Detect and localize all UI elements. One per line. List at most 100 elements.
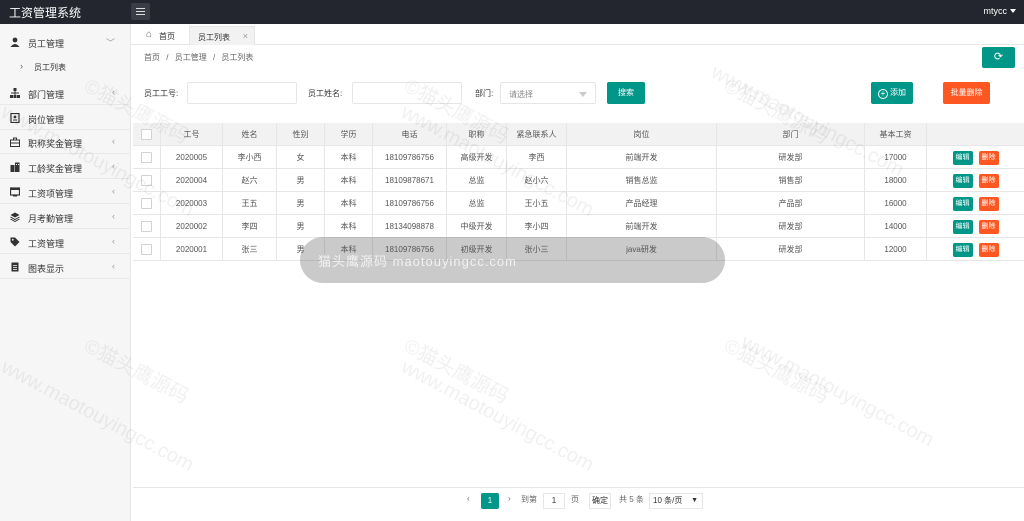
total-count: 共 5 条	[619, 495, 644, 504]
chevron-left-icon: ‹	[112, 261, 115, 271]
sidebar-item-seniority-bonus[interactable]: 工龄奖金管理 ‹	[0, 155, 131, 179]
table-cell: 2020003	[161, 192, 223, 215]
sidebar-item-position[interactable]: 岗位管理	[0, 106, 131, 130]
plus-circle-icon: +	[878, 89, 888, 99]
next-page-icon[interactable]: ›	[508, 494, 511, 503]
edit-button[interactable]: 编辑	[952, 242, 973, 257]
batch-delete-button[interactable]: 批量删除	[943, 82, 990, 104]
sidebar-item-label: 岗位管理	[28, 115, 65, 125]
edit-button[interactable]: 编辑	[952, 219, 973, 234]
employee-name-input[interactable]	[352, 82, 462, 104]
sidebar-item-attendance[interactable]: 月考勤管理 ‹	[0, 205, 131, 229]
column-header[interactable]: 部门	[717, 123, 865, 146]
table-row: 2020004 赵六男本科 18109878671 总监 赵小六 销售总监 销售部 18000…	[133, 169, 1024, 192]
table-row: 2020005 李小西女本科 18109786756 高级开发 李西 前端开发 研发部 170…	[133, 146, 1024, 169]
sidebar-item-label: 月考勤管理	[28, 214, 74, 224]
delete-button[interactable]: 删除	[978, 173, 999, 188]
user-menu[interactable]: mtycc	[984, 6, 1008, 16]
sidebar-subitem-employee-list[interactable]: › 员工列表	[0, 58, 131, 76]
search-button[interactable]: 搜索	[607, 82, 645, 104]
building-icon	[10, 162, 20, 172]
tab-employee-list[interactable]: 员工列表 ×	[189, 26, 255, 45]
tab-home[interactable]: ⌂ 首页	[141, 26, 191, 45]
column-header[interactable]: 工号	[161, 123, 223, 146]
column-header[interactable]: 学历	[325, 123, 373, 146]
table-cell: 本科	[325, 192, 373, 215]
chevron-right-icon: ›	[20, 61, 23, 71]
row-checkbox[interactable]	[141, 221, 152, 232]
employee-id-input[interactable]	[187, 82, 297, 104]
breadcrumb-separator: /	[212, 53, 216, 62]
menu-toggle-icon[interactable]	[131, 3, 150, 20]
sidebar-item-label: 工资项管理	[28, 189, 74, 199]
column-header[interactable]: 基本工资	[865, 123, 927, 146]
delete-button[interactable]: 删除	[978, 242, 999, 257]
prev-page-icon[interactable]: ‹	[467, 494, 470, 503]
edit-button[interactable]: 编辑	[952, 173, 973, 188]
delete-button[interactable]: 删除	[978, 219, 999, 234]
column-header[interactable]: 性别	[277, 123, 325, 146]
watermark-en: www.maotouyingcc.com	[397, 355, 598, 477]
table-cell: 男	[277, 169, 325, 192]
close-icon[interactable]: ×	[243, 31, 248, 41]
column-header[interactable]: 紧急联系人	[507, 123, 567, 146]
row-checkbox[interactable]	[141, 198, 152, 209]
edit-button[interactable]: 编辑	[952, 196, 973, 211]
sidebar-item-salary-items[interactable]: 工资项管理 ‹	[0, 180, 131, 204]
column-header[interactable]: 职称	[447, 123, 507, 146]
sidebar-item-charts[interactable]: 图表显示 ‹	[0, 255, 131, 279]
row-select-cell	[133, 146, 161, 169]
table-cell: 16000	[865, 192, 927, 215]
watermark-en: www.maotouyingcc.com	[737, 330, 938, 452]
table-cell: 18134098878	[373, 215, 447, 238]
sidebar-item-employee[interactable]: 员工管理 ﹀	[0, 30, 131, 58]
overlay-banner: 猫头鹰源码 maotouyingcc.com	[300, 237, 725, 283]
add-button[interactable]: + 添加	[871, 82, 913, 104]
department-select[interactable]: 请选择	[500, 82, 596, 104]
page-jump-confirm-button[interactable]: 确定	[589, 493, 611, 509]
page-jump-input[interactable]: 1	[543, 493, 565, 509]
breadcrumb-home[interactable]: 首页	[144, 53, 160, 62]
edit-button[interactable]: 编辑	[952, 150, 973, 165]
table-cell: 本科	[325, 215, 373, 238]
row-checkbox[interactable]	[141, 152, 152, 163]
tab-label: 员工列表	[198, 33, 230, 42]
breadcrumb-employee-mgmt[interactable]: 员工管理	[175, 53, 207, 62]
column-header[interactable]: 电话	[373, 123, 447, 146]
column-header[interactable]: 岗位	[567, 123, 717, 146]
table-cell: 李西	[507, 146, 567, 169]
chevron-left-icon: ‹	[112, 236, 115, 246]
breadcrumb: 首页 / 员工管理 / 员工列表	[144, 52, 257, 63]
table-cell: 女	[277, 146, 325, 169]
sidebar: 员工管理 ﹀ › 员工列表 部门管理 ‹ 岗位管理 职称奖金管理 ‹ 工龄奖金管…	[0, 24, 131, 521]
column-header[interactable]: 姓名	[223, 123, 277, 146]
page-size-select[interactable]: 10 条/页 ▼	[649, 493, 703, 509]
caret-down-icon	[579, 92, 587, 97]
chevron-down-icon: ﹀	[105, 38, 115, 48]
table-cell: 12000	[865, 238, 927, 261]
table-cell: 产品经理	[567, 192, 717, 215]
pagination: ‹ 1 › 到第 1 页 确定 共 5 条 10 条/页 ▼	[133, 487, 1024, 513]
sidebar-item-title-bonus[interactable]: 职称奖金管理 ‹	[0, 130, 131, 154]
table-cell: 研发部	[717, 146, 865, 169]
delete-button[interactable]: 删除	[978, 196, 999, 211]
table-cell: 18109878671	[373, 169, 447, 192]
sidebar-item-salary[interactable]: 工资管理 ‹	[0, 230, 131, 254]
caret-down-icon[interactable]	[1010, 9, 1016, 13]
row-checkbox[interactable]	[141, 244, 152, 255]
refresh-button[interactable]: ⟳	[982, 47, 1015, 68]
row-checkbox[interactable]	[141, 175, 152, 186]
briefcase-icon	[10, 137, 20, 147]
delete-button[interactable]: 删除	[978, 150, 999, 165]
refresh-icon: ⟳	[993, 51, 1004, 63]
chevron-left-icon: ‹	[112, 211, 115, 221]
sidebar-item-department[interactable]: 部门管理 ‹	[0, 81, 131, 105]
table-cell: 前端开发	[567, 215, 717, 238]
page-current[interactable]: 1	[481, 493, 499, 509]
table-cell: 前端开发	[567, 146, 717, 169]
layers-icon	[10, 212, 20, 222]
table-cell: 14000	[865, 215, 927, 238]
page-size-value: 10 条/页	[653, 496, 683, 505]
employee-name-label: 员工姓名:	[308, 89, 343, 98]
select-all-checkbox[interactable]	[141, 129, 152, 140]
